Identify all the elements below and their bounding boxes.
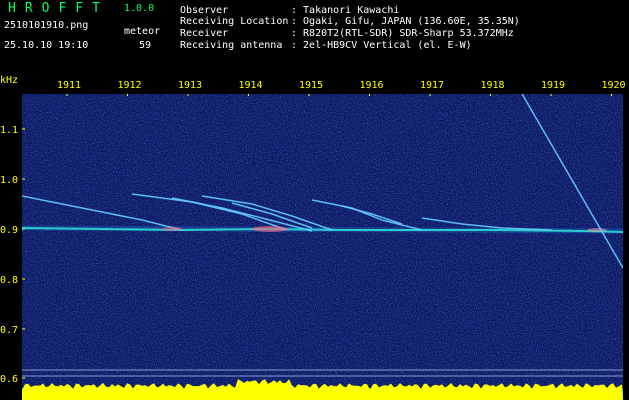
file-datetime: 25.10.10 19:10 [4,40,89,51]
spectrogram-canvas [22,78,623,400]
x-tick-label: 1915 [299,80,324,91]
app-logo: HROFFT [8,1,109,16]
x-tick-label: 1917 [420,80,445,91]
y-tick-label: 0.8 [0,275,19,286]
y-tick-label: 1.1 [0,125,19,136]
meteor-head-echo [587,228,607,232]
y-tick-label: 0.6 [0,374,19,385]
y-tick-label: 0.7 [0,325,19,336]
app-version: 1.0.0 [124,3,155,14]
x-tick-label: 1918 [480,80,505,91]
noise-texture [22,78,623,400]
meteor-head-echo [162,227,182,231]
x-tick-label: 1913 [178,80,203,91]
info-key-receiver: Receiver [180,28,229,39]
x-tick-label: 1912 [117,80,142,91]
info-value-receiver: : R820T2(RTL-SDR) SDR-Sharp 53.372MHz [291,28,514,39]
x-tick-label: 1911 [57,80,82,91]
x-tick-label: 1916 [359,80,384,91]
right-margin [623,78,629,400]
detection-count: 59 [139,40,152,51]
info-key-location: Receiving Location [180,16,289,27]
meteor-head-echo [252,226,288,232]
spectrogram [22,78,623,400]
x-tick-label: 1920 [601,80,626,91]
detection-label: meteor [124,26,161,37]
y-tick-label: 1.0 [0,175,19,186]
header-panel: HROFFT 1.0.0 2510101910.png 25.10.10 19:… [0,0,629,78]
info-value-antenna: : 2el-HB9CV Vertical (el. E-W) [291,40,472,51]
x-tick-label: 1914 [238,80,263,91]
y-tick-label: 0.9 [0,225,19,236]
y-axis-unit: kHz [0,75,19,86]
info-value-location: : Ogaki, Gifu, JAPAN (136.60E, 35.35N) [291,16,520,27]
x-tick-label: 1919 [541,80,566,91]
file-name: 2510101910.png [4,20,89,31]
info-key-antenna: Receiving antenna [180,40,283,51]
